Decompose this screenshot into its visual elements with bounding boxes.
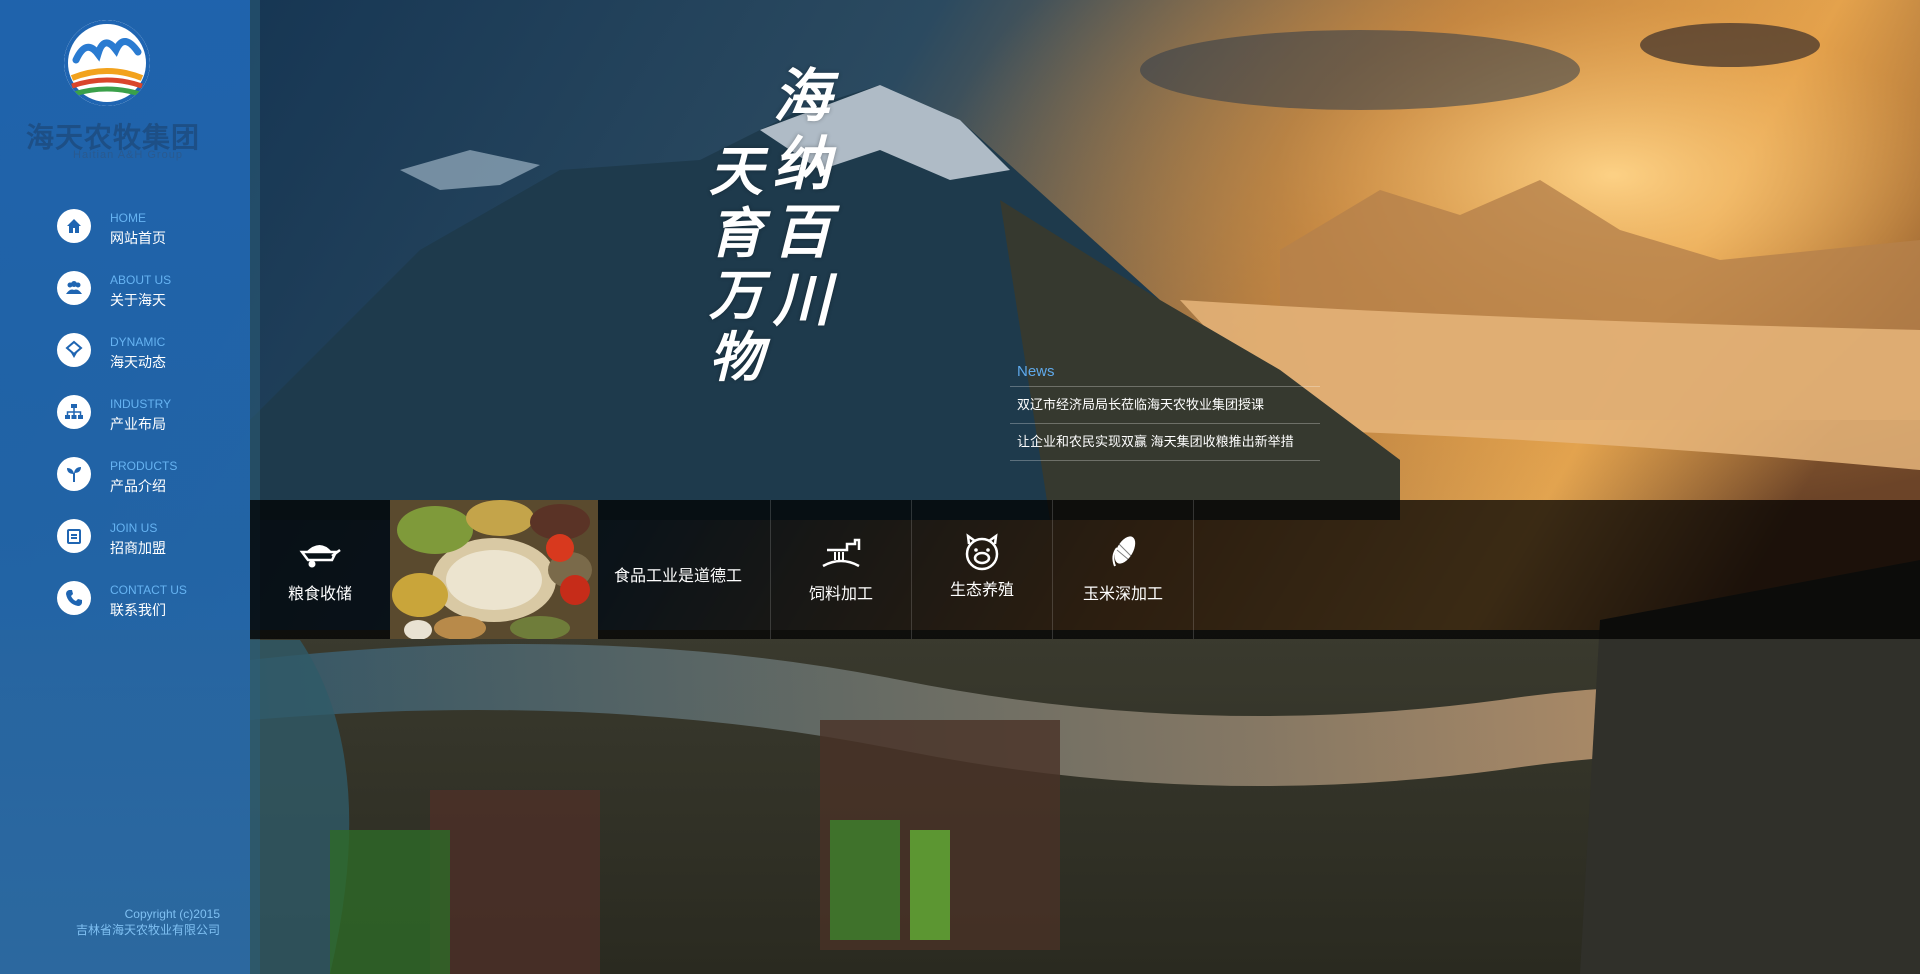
industry-tile-feed[interactable]: 饲料加工	[771, 500, 911, 639]
slogan-char: 海	[772, 62, 831, 130]
news-title[interactable]: News	[1010, 352, 1320, 387]
nav-label-en: CONTACT US	[110, 583, 187, 597]
nav-label-cn: 网站首页	[110, 230, 166, 246]
handshake-icon	[57, 519, 91, 553]
nav-item-products[interactable]: PRODUCTS 产品介绍	[0, 453, 250, 515]
corn-icon	[1112, 536, 1136, 567]
copyright: Copyright (c)2015 吉林省海天农牧业有限公司	[76, 906, 220, 938]
grain-cart-icon	[299, 545, 341, 568]
industry-tile-breeding[interactable]: 生态养殖	[912, 500, 1052, 639]
sidebar: 海天农牧集团 Haitian A&H Group HOME 网站首页 ABOUT…	[0, 0, 250, 974]
nav-label-en: ABOUT US	[110, 273, 172, 287]
slogan-char: 川	[772, 266, 831, 334]
copyright-text: Copyright (c)2015	[124, 907, 220, 921]
nav-label-cn: 产品介绍	[110, 478, 166, 494]
industry-label: 生态养殖	[949, 582, 1014, 599]
industry-label: 饲料加工	[808, 586, 873, 603]
main-nav: HOME 网站首页 ABOUT US 关于海天 DYNAMIC 海天动态 IND…	[0, 205, 250, 639]
pig-face-icon	[965, 533, 999, 571]
nav-label-en: PRODUCTS	[110, 459, 178, 473]
nav-label-en: HOME	[110, 211, 146, 225]
slogan-char: 物	[709, 325, 763, 389]
nav-label-cn: 产业布局	[110, 416, 166, 432]
background-landscape-image	[0, 0, 1920, 974]
org-chart-icon	[57, 395, 91, 429]
nav-label-cn: 关于海天	[110, 292, 166, 308]
phone-icon	[57, 581, 91, 615]
news-panel: News 双辽市经济局局长莅临海天农牧业集团授课 让企业和农民实现双赢 海天集团…	[1010, 352, 1320, 461]
grains-photo	[390, 500, 598, 639]
feed-processing-icon	[822, 538, 861, 568]
industry-tile-corn[interactable]: 玉米深加工	[1053, 500, 1193, 639]
nav-item-dynamic[interactable]: DYNAMIC 海天动态	[0, 329, 250, 391]
industry-tile-grain[interactable]: 粮食收储	[250, 500, 390, 639]
wave-field-logo-icon	[64, 20, 150, 106]
industry-bar: 粮食收储 食品工业是道德工 饲料加工 生态养殖 玉米深加工	[250, 500, 1920, 639]
logo[interactable]: 海天农牧集团 Haitian A&H Group	[0, 18, 250, 168]
nav-label-cn: 海天动态	[110, 354, 166, 370]
nav-label-cn: 招商加盟	[110, 540, 166, 556]
slogan-left-column: 天 育 万 物	[704, 140, 768, 388]
industry-label: 玉米深加工	[1082, 586, 1163, 603]
nav-item-home[interactable]: HOME 网站首页	[0, 205, 250, 267]
nav-label-en: DYNAMIC	[110, 335, 166, 349]
nav-item-contact[interactable]: CONTACT US 联系我们	[0, 577, 250, 639]
nav-item-industry[interactable]: INDUSTRY 产业布局	[0, 391, 250, 453]
news-icon	[57, 333, 91, 367]
nav-item-join[interactable]: JOIN US 招商加盟	[0, 515, 250, 577]
nav-label-en: INDUSTRY	[110, 397, 172, 411]
motto-text: 食品工业是道德工	[614, 568, 743, 585]
logo-subtitle: Haitian A&H Group	[73, 149, 183, 161]
divider	[1193, 500, 1194, 639]
slogan-right-column: 海 纳 百 川	[768, 62, 836, 334]
people-icon	[57, 271, 91, 305]
industry-label: 粮食收储	[287, 586, 352, 603]
nav-label-cn: 联系我们	[110, 602, 166, 618]
slogan-char: 纳	[772, 130, 831, 198]
sprout-icon	[57, 457, 91, 491]
home-icon	[57, 209, 91, 243]
news-item[interactable]: 让企业和农民实现双赢 海天集团收粮推出新举措	[1010, 424, 1320, 461]
slogan-char: 天	[709, 139, 763, 203]
nav-item-about[interactable]: ABOUT US 关于海天	[0, 267, 250, 329]
slogan-char: 育	[709, 201, 763, 265]
slogan-char: 百	[772, 198, 831, 266]
company-name: 吉林省海天农牧业有限公司	[75, 923, 220, 937]
news-item[interactable]: 双辽市经济局局长莅临海天农牧业集团授课	[1010, 387, 1320, 424]
nav-label-en: JOIN US	[110, 521, 158, 535]
slogan-char: 万	[709, 263, 763, 327]
